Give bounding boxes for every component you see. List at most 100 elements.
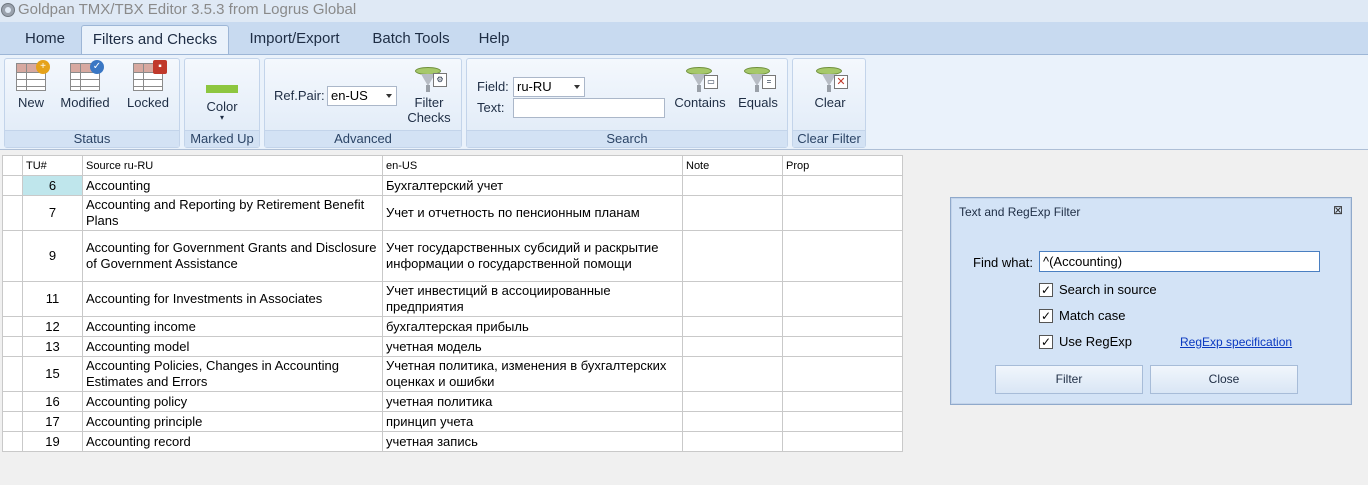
table-row[interactable]: 12 Accounting income бухгалтерская прибы… xyxy=(2,316,903,337)
note-cell[interactable] xyxy=(682,175,783,196)
target-cell[interactable]: бухгалтерская прибыль xyxy=(382,316,683,337)
match-case-checkbox[interactable]: ✓ xyxy=(1039,309,1053,323)
source-cell[interactable]: Accounting for Investments in Associates xyxy=(82,281,383,317)
tab-batch-tools[interactable]: Batch Tools xyxy=(360,25,462,54)
row-header[interactable] xyxy=(2,411,23,432)
tu-cell[interactable]: 16 xyxy=(22,391,83,412)
prop-cell[interactable] xyxy=(782,281,903,317)
target-cell[interactable]: Бухгалтерский учет xyxy=(382,175,683,196)
source-cell[interactable]: Accounting xyxy=(82,175,383,196)
contains-button[interactable]: ▭ Contains xyxy=(669,61,731,110)
clear-filter-button[interactable]: ✕ Clear xyxy=(799,61,861,110)
tu-cell[interactable]: 15 xyxy=(22,356,83,392)
prop-cell[interactable] xyxy=(782,431,903,452)
prop-cell[interactable] xyxy=(782,316,903,337)
note-cell[interactable] xyxy=(682,336,783,357)
row-header[interactable] xyxy=(2,336,23,357)
tu-cell[interactable]: 6 xyxy=(22,175,83,196)
source-cell[interactable]: Accounting and Reporting by Retirement B… xyxy=(82,195,383,231)
ref-pair-select[interactable]: en-US xyxy=(327,86,397,106)
tu-cell[interactable]: 9 xyxy=(22,230,83,282)
row-header[interactable] xyxy=(2,391,23,412)
table-row[interactable]: 17 Accounting principle принцип учета xyxy=(2,411,903,432)
note-cell[interactable] xyxy=(682,411,783,432)
filter-button[interactable]: Filter xyxy=(995,365,1143,394)
column-header-target[interactable]: en-US xyxy=(382,155,683,176)
source-cell[interactable]: Accounting income xyxy=(82,316,383,337)
table-row[interactable]: 11 Accounting for Investments in Associa… xyxy=(2,281,903,317)
tab-home[interactable]: Home xyxy=(12,25,78,54)
table-row[interactable]: 19 Accounting record учетная запись xyxy=(2,431,903,452)
target-cell[interactable]: Учет государственных субсидий и раскрыти… xyxy=(382,230,683,282)
row-header[interactable] xyxy=(2,175,23,196)
row-header[interactable] xyxy=(2,281,23,317)
table-row[interactable]: 9 Accounting for Government Grants and D… xyxy=(2,230,903,282)
find-what-input[interactable]: ^(Accounting) xyxy=(1039,251,1320,272)
column-header-source[interactable]: Source ru-RU xyxy=(82,155,383,176)
locked-button[interactable]: ▪ Locked xyxy=(121,60,175,110)
table-row[interactable]: 16 Accounting policy учетная политика xyxy=(2,391,903,412)
table-row[interactable]: 6 Accounting Бухгалтерский учет xyxy=(2,175,903,196)
search-in-source-checkbox[interactable]: ✓ xyxy=(1039,283,1053,297)
note-cell[interactable] xyxy=(682,391,783,412)
target-cell[interactable]: принцип учета xyxy=(382,411,683,432)
tu-cell[interactable]: 7 xyxy=(22,195,83,231)
note-cell[interactable] xyxy=(682,230,783,282)
tu-cell[interactable]: 13 xyxy=(22,336,83,357)
target-cell[interactable]: Учет и отчетность по пенсионным планам xyxy=(382,195,683,231)
prop-cell[interactable] xyxy=(782,230,903,282)
table-row[interactable]: 13 Accounting model учетная модель xyxy=(2,336,903,357)
note-cell[interactable] xyxy=(682,281,783,317)
column-header-note[interactable]: Note xyxy=(682,155,783,176)
search-text-input[interactable] xyxy=(513,98,665,118)
prop-cell[interactable] xyxy=(782,195,903,231)
row-header[interactable] xyxy=(2,230,23,282)
field-select[interactable]: ru-RU xyxy=(513,77,585,97)
prop-cell[interactable] xyxy=(782,411,903,432)
target-cell[interactable]: Учетная политика, изменения в бухгалтерс… xyxy=(382,356,683,392)
filter-checks-button[interactable]: ⚙ Filter Checks xyxy=(401,61,457,125)
tu-cell[interactable]: 11 xyxy=(22,281,83,317)
prop-cell[interactable] xyxy=(782,336,903,357)
source-cell[interactable]: Accounting policy xyxy=(82,391,383,412)
tab-help[interactable]: Help xyxy=(467,25,521,54)
modified-button[interactable]: ✓ Modified xyxy=(55,60,115,110)
column-header-tu[interactable]: TU# xyxy=(22,155,83,176)
note-cell[interactable] xyxy=(682,431,783,452)
prop-cell[interactable] xyxy=(782,391,903,412)
table-row[interactable]: 7 Accounting and Reporting by Retirement… xyxy=(2,195,903,231)
use-regexp-checkbox[interactable]: ✓ xyxy=(1039,335,1053,349)
tu-cell[interactable]: 12 xyxy=(22,316,83,337)
source-cell[interactable]: Accounting principle xyxy=(82,411,383,432)
target-cell[interactable]: учетная модель xyxy=(382,336,683,357)
row-header[interactable] xyxy=(2,431,23,452)
regexp-specification-link[interactable]: RegExp specification xyxy=(1180,335,1292,349)
tab-filters-and-checks[interactable]: Filters and Checks xyxy=(81,25,229,54)
source-cell[interactable]: Accounting record xyxy=(82,431,383,452)
tu-cell[interactable]: 17 xyxy=(22,411,83,432)
target-cell[interactable]: учетная запись xyxy=(382,431,683,452)
prop-cell[interactable] xyxy=(782,175,903,196)
target-cell[interactable]: учетная политика xyxy=(382,391,683,412)
source-cell[interactable]: Accounting for Government Grants and Dis… xyxy=(82,230,383,282)
prop-cell[interactable] xyxy=(782,356,903,392)
tu-cell[interactable]: 19 xyxy=(22,431,83,452)
row-header[interactable] xyxy=(2,195,23,231)
row-header[interactable] xyxy=(2,356,23,392)
note-cell[interactable] xyxy=(682,316,783,337)
source-cell[interactable]: Accounting Policies, Changes in Accounti… xyxy=(82,356,383,392)
marked-up-group-label: Marked Up xyxy=(185,130,259,147)
tab-import-export[interactable]: Import/Export xyxy=(234,25,355,54)
note-cell[interactable] xyxy=(682,195,783,231)
equals-button[interactable]: = Equals xyxy=(733,61,783,110)
table-row[interactable]: 15 Accounting Policies, Changes in Accou… xyxy=(2,356,903,392)
target-cell[interactable]: Учет инвестиций в ассоциированные предпр… xyxy=(382,281,683,317)
source-cell[interactable]: Accounting model xyxy=(82,336,383,357)
color-button[interactable]: Color ▾ xyxy=(189,63,255,122)
column-header-prop[interactable]: Prop xyxy=(782,155,903,176)
new-button[interactable]: + New xyxy=(9,60,53,110)
close-icon[interactable]: ⊠ xyxy=(1333,203,1343,217)
row-header[interactable] xyxy=(2,316,23,337)
close-button[interactable]: Close xyxy=(1150,365,1298,394)
note-cell[interactable] xyxy=(682,356,783,392)
